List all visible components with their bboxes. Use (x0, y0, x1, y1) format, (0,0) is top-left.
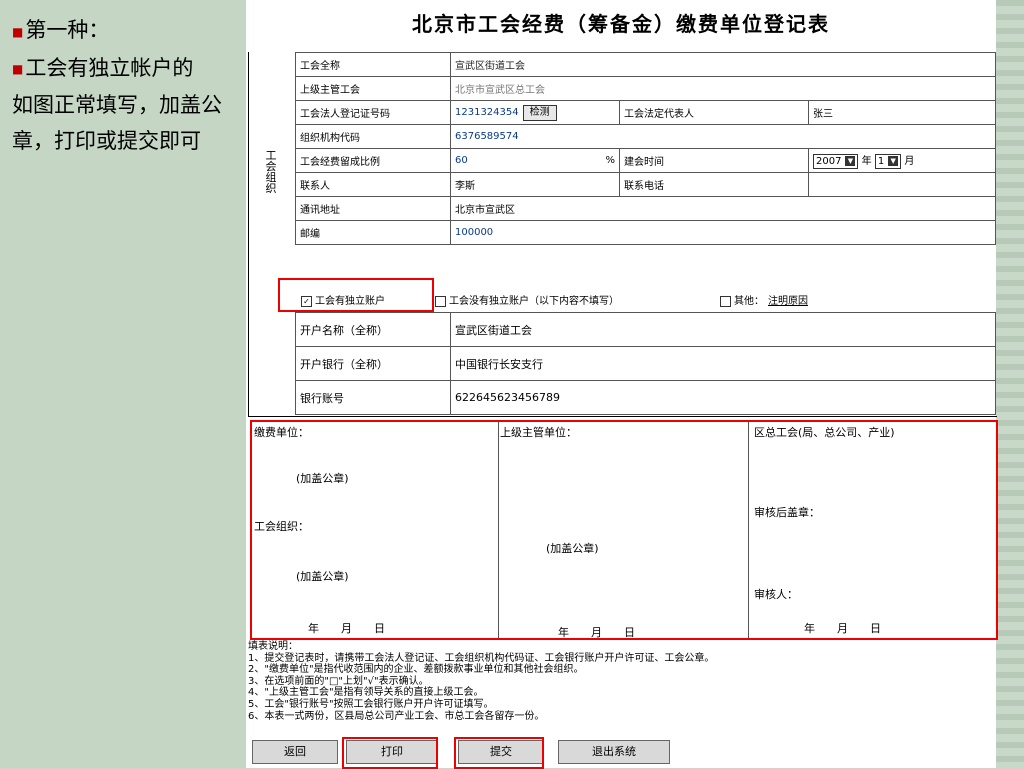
table-row: 工会全称 宣武区街道工会 (295, 52, 996, 77)
month-select[interactable]: 1 ▼ (874, 154, 902, 169)
ratio-label: 工会经费留成比例 (295, 148, 451, 173)
note-item: 1、提交登记表时，请携带工会法人登记证、工会组织机构代码证、工会银行账户开户许可… (248, 652, 715, 664)
reg-no-cell: 1231324354 检测 (450, 100, 620, 125)
stamp-note: (加盖公章) (296, 472, 349, 485)
checkbox-icon[interactable] (720, 295, 731, 307)
notes-title: 填表说明： (248, 641, 298, 652)
date-line: 年 月 日 (804, 622, 881, 635)
address-label: 通讯地址 (295, 196, 451, 221)
zip-field[interactable]: 100000 (450, 220, 996, 245)
stamp-note: (加盖公章) (546, 542, 599, 555)
highlight-box (342, 737, 438, 769)
left-panel: ■第一种： ■工会有独立帐户的 如图正常填写，加盖公章，打印或提交即可 (12, 12, 232, 159)
table-row: 组织机构代码 6376589574 (295, 124, 996, 149)
address-field[interactable]: 北京市宣武区 (450, 196, 996, 221)
phone-label: 联系电话 (619, 172, 809, 197)
table-row: 工会法人登记证号码 1231324354 检测 工会法定代表人 张三 (295, 100, 996, 125)
union-name-field[interactable]: 宣武区街道工会 (450, 52, 996, 77)
account-number-field[interactable]: 622645623456789 (450, 380, 996, 415)
payer-signature-column: 缴费单位： (加盖公章) 工会组织： (加盖公章) 年 月 日 (252, 422, 499, 638)
superior-label: 上级主管工会 (295, 76, 451, 101)
reviewer-label: 审核人： (754, 588, 798, 601)
bank-account-table: 开户名称（全称） 宣武区街道工会 开户银行（全称） 中国银行长安支行 银行账号 … (295, 312, 996, 415)
stamp-note: (加盖公章) (296, 570, 349, 583)
account-bank-label: 开户银行（全称） (295, 346, 451, 381)
union-org-label: 工会组织： (254, 520, 309, 533)
other-option[interactable]: 其他： 注明原因 (720, 292, 808, 307)
back-button[interactable]: 返回 (252, 740, 338, 764)
instruction-text: 如图正常填写，加盖公章，打印或提交即可 (12, 93, 222, 153)
contact-label: 联系人 (295, 172, 451, 197)
contact-field[interactable]: 李斯 (450, 172, 620, 197)
no-account-option[interactable]: 工会没有独立账户（以下内容不填写） (435, 292, 619, 307)
form-notes: 填表说明： 1、提交登记表时，请携带工会法人登记证、工会组织机构代码证、工会银行… (248, 641, 993, 722)
form-screen: 北京市工会经费（筹备金）缴费单位登记表 工会组织 工会全称 宣武区街道工会 上级… (246, 0, 998, 769)
note-item: 5、工会"银行账号"按照工会银行账户开户许可证填写。 (248, 698, 494, 710)
table-row: 工会经费留成比例 60% 建会时间 2007 ▼ 年 1 ▼ 月 (295, 148, 996, 173)
union-info-table: 工会全称 宣武区街道工会 上级主管工会 北京市宣武区总工会 工会法人登记证号码 … (295, 52, 996, 245)
founded-label: 建会时间 (619, 148, 809, 173)
highlight-box (278, 278, 434, 312)
table-row: 银行账号 622645623456789 (295, 380, 996, 415)
table-row: 开户银行（全称） 中国银行长安支行 (295, 346, 996, 381)
account-bank-field[interactable]: 中国银行长安支行 (450, 346, 996, 381)
legal-rep-field[interactable]: 张三 (808, 100, 996, 125)
note-item: 3、在选项前面的"□"上划"√"表示确认。 (248, 675, 429, 687)
note-item: 2、"缴费单位"是指代收范围内的企业、差额拨款事业单位和其他社会组织。 (248, 664, 584, 676)
payer-unit-label: 缴费单位： (254, 426, 309, 439)
superior-field[interactable]: 北京市宣武区总工会 (450, 76, 996, 101)
superior-signature-column: 上级主管单位： (加盖公章) 年 月 日 (498, 422, 749, 639)
bullet-icon: ■ (12, 62, 24, 76)
legal-rep-label: 工会法定代表人 (619, 100, 809, 125)
superior-unit-label: 上级主管单位： (500, 426, 577, 439)
exit-button[interactable]: 退出系统 (558, 740, 670, 764)
chevron-down-icon: ▼ (888, 156, 899, 166)
checkbox-icon[interactable] (435, 295, 446, 307)
other-reason-link[interactable]: 注明原因 (768, 296, 808, 307)
district-signature-column: 区总工会(局、总公司、产业) 审核后盖章： 审核人： 年 月 日 (752, 422, 992, 638)
table-row: 上级主管工会 北京市宣武区总工会 (295, 76, 996, 101)
highlight-box (454, 737, 544, 769)
signature-section: 缴费单位： (加盖公章) 工会组织： (加盖公章) 年 月 日 上级主管单位： … (250, 420, 998, 640)
union-name-label: 工会全称 (295, 52, 451, 77)
account-name-label: 开户名称（全称） (295, 312, 451, 347)
reg-no-label: 工会法人登记证号码 (295, 100, 451, 125)
founded-cell: 2007 ▼ 年 1 ▼ 月 (808, 148, 996, 173)
org-code-label: 组织机构代码 (295, 124, 451, 149)
note-item: 4、"上级主管工会"是指有领导关系的直接上级工会。 (248, 687, 484, 699)
phone-field[interactable] (808, 172, 996, 197)
after-review-label: 审核后盖章： (754, 506, 820, 519)
reg-no-field[interactable]: 1231324354 (455, 107, 519, 118)
date-line: 年 月 日 (558, 626, 635, 639)
org-code-field[interactable]: 6376589574 (450, 124, 996, 149)
zip-label: 邮编 (295, 220, 451, 245)
account-number-label: 银行账号 (295, 380, 451, 415)
ratio-field[interactable]: 60 (455, 155, 468, 166)
table-row: 开户名称（全称） 宣武区街道工会 (295, 312, 996, 347)
year-select[interactable]: 2007 ▼ (813, 154, 859, 169)
account-name-field[interactable]: 宣武区街道工会 (450, 312, 996, 347)
bullet-icon: ■ (12, 24, 24, 39)
date-line: 年 月 日 (308, 622, 385, 635)
side-label: 工会组织 (265, 149, 277, 195)
ratio-unit: % (605, 155, 615, 166)
ratio-cell: 60% (450, 148, 620, 173)
note-item: 6、本表一式两份，区县局总公司产业工会、市总工会各留存一份。 (248, 710, 545, 722)
district-label: 区总工会(局、总公司、产业) (754, 426, 895, 439)
bullet-line-2: ■工会有独立帐户的 (12, 55, 194, 80)
check-button[interactable]: 检测 (522, 104, 557, 121)
chevron-down-icon: ▼ (845, 156, 856, 166)
bullet-line-1: ■第一种： (12, 18, 110, 42)
table-row: 邮编 100000 (295, 220, 996, 245)
decorative-edge (996, 0, 1024, 768)
form-title: 北京市工会经费（筹备金）缴费单位登记表 (412, 12, 830, 36)
table-row: 联系人 李斯 联系电话 (295, 172, 996, 197)
table-row: 通讯地址 北京市宣武区 (295, 196, 996, 221)
